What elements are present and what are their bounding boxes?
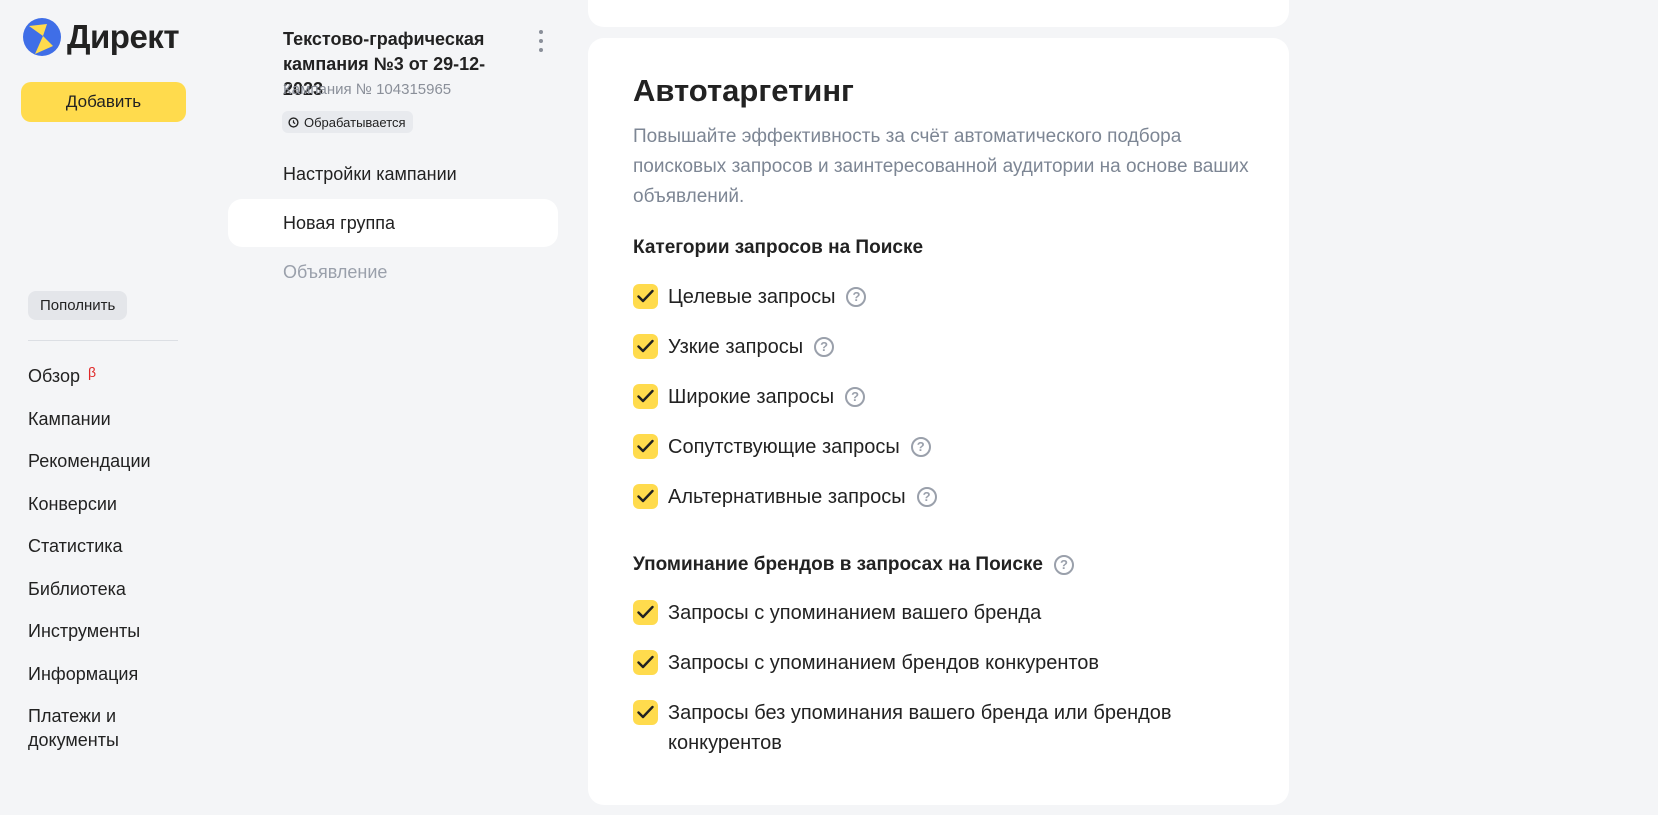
help-icon[interactable]: ? (910, 437, 931, 457)
topup-button[interactable]: Пополнить (28, 291, 128, 320)
add-button[interactable]: Добавить (21, 82, 186, 122)
campaign-nav-new-group[interactable]: Новая группа (228, 199, 558, 247)
campaign-nav: Настройки кампании Новая группа Объявлен… (228, 150, 558, 297)
checkbox[interactable] (633, 600, 658, 625)
help-icon[interactable]: ? (845, 387, 866, 407)
nav-item-label: Конверсии (28, 493, 117, 514)
campaign-nav-settings[interactable]: Настройки кампании (228, 150, 558, 198)
categories-title: Категории запросов на Поиске (633, 237, 923, 259)
checkbox-label: Целевые запросы (668, 286, 836, 308)
nav-item-label: Библиотека (28, 578, 126, 599)
brand-checkbox-own[interactable]: Запросы с упоминанием вашего бренда (633, 598, 1041, 628)
checkbox[interactable] (633, 700, 658, 725)
check-icon (637, 389, 654, 403)
nav-item-label: Инструменты (28, 621, 141, 641)
category-checkbox-broad[interactable]: Широкие запросы ? (633, 382, 866, 412)
checkbox[interactable] (633, 434, 658, 459)
autotargeting-card: Автотаргетинг Повышайте эффективность за… (588, 38, 1289, 805)
check-icon (637, 489, 654, 503)
category-checkbox-target[interactable]: Целевые запросы ? (633, 282, 867, 312)
nav-item-conversions[interactable]: Конверсии (28, 492, 151, 535)
check-icon (637, 655, 654, 669)
help-icon[interactable]: ? (916, 487, 937, 507)
brands-title: Упоминание брендов в запросах на Поиске … (633, 554, 1074, 576)
status-label: Обрабатывается (304, 114, 406, 130)
clock-icon (288, 116, 299, 128)
category-checkbox-related[interactable]: Сопутствующие запросы ? (633, 432, 931, 462)
checkbox-label: Запросы без упоминания вашего бренда или… (668, 702, 1172, 754)
section-description: Повышайте эффективность за счёт автомати… (633, 126, 1249, 207)
check-icon (637, 339, 654, 353)
section-heading: Автотаргетинг (633, 73, 854, 108)
brand-checkbox-competitors[interactable]: Запросы с упоминанием брендов конкуренто… (633, 648, 1099, 678)
brand-checkbox-none[interactable]: Запросы без упоминания вашего бренда или… (633, 698, 1208, 758)
checkbox[interactable] (633, 334, 658, 359)
nav-item-label: Рекомендации (28, 451, 151, 471)
checkbox-label: Узкие запросы (668, 336, 804, 358)
nav-item-label: Обзор (28, 366, 80, 386)
logo-text: Директ (67, 18, 179, 55)
previous-card (588, 0, 1289, 27)
categories-title-text: Категории запросов на Поиске (633, 237, 924, 258)
category-checkbox-alternative[interactable]: Альтернативные запросы ? (633, 482, 937, 512)
checkbox[interactable] (633, 650, 658, 675)
nav-divider (28, 340, 178, 341)
nav-item-label: Статистика (28, 536, 123, 556)
category-checkbox-narrow[interactable]: Узкие запросы ? (633, 332, 835, 362)
checkbox[interactable] (633, 284, 658, 309)
nav-item-statistics[interactable]: Статистика (28, 534, 151, 577)
left-nav: Директ Добавить Пополнить Обзор β Кампан… (0, 0, 213, 815)
nav-item-recommendations[interactable]: Рекомендации (28, 449, 151, 492)
help-icon[interactable]: ? (1054, 555, 1074, 575)
nav-item-tools[interactable]: Инструменты (28, 619, 151, 662)
checkbox-label: Запросы с упоминанием брендов конкуренто… (668, 652, 1100, 674)
brands-title-text: Упоминание брендов в запросах на Поиске (633, 554, 1043, 575)
status-badge: Обрабатывается (282, 111, 413, 133)
campaign-nav-ad[interactable]: Объявление (228, 248, 558, 296)
direct-logo-icon (23, 18, 61, 56)
nav-item-information[interactable]: Информация (28, 662, 151, 705)
checkbox-label: Широкие запросы (668, 386, 835, 408)
campaign-sidebar: Текстово-графическая кампания №3 от 29-1… (213, 0, 573, 815)
help-icon[interactable]: ? (814, 337, 835, 357)
nav-item-payments[interactable]: Платежи и документы (28, 704, 151, 764)
checkbox[interactable] (633, 384, 658, 409)
checkbox-label: Сопутствующие запросы (668, 436, 900, 458)
campaign-number: Кампания № 104315965 (283, 81, 452, 98)
check-icon (637, 289, 654, 303)
nav-item-overview[interactable]: Обзор β (28, 364, 151, 407)
help-icon[interactable]: ? (846, 287, 867, 307)
main-nav: Обзор β Кампании Рекомендации Конверсии … (28, 364, 151, 764)
logo[interactable]: Директ (23, 18, 179, 56)
more-vertical-icon[interactable] (536, 30, 546, 52)
nav-item-label: Информация (28, 663, 139, 684)
check-icon (637, 705, 654, 719)
check-icon (637, 439, 654, 453)
nav-item-campaigns[interactable]: Кампании (28, 407, 151, 450)
checkbox-label: Запросы с упоминанием вашего бренда (668, 602, 1042, 624)
nav-item-label: Платежи и документы (28, 706, 119, 750)
checkbox[interactable] (633, 484, 658, 509)
nav-item-library[interactable]: Библиотека (28, 577, 151, 620)
nav-item-label: Кампании (28, 408, 111, 429)
checkbox-label: Альтернативные запросы (668, 486, 906, 508)
beta-badge: β (88, 364, 97, 380)
check-icon (637, 605, 654, 619)
